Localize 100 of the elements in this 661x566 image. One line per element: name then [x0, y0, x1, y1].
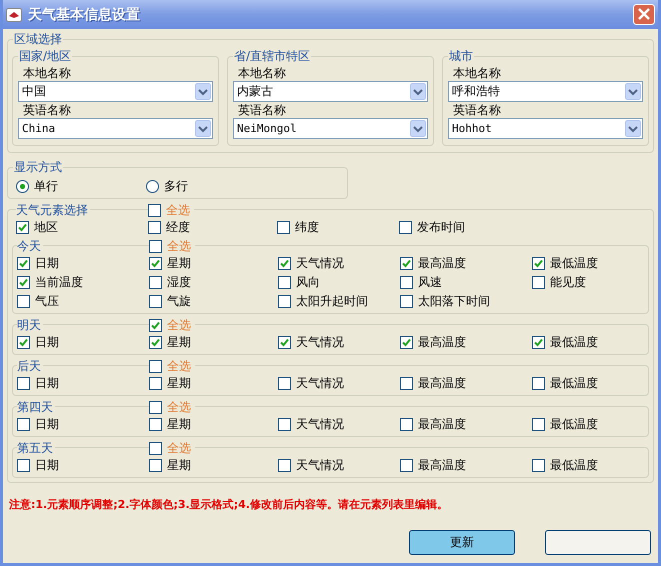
- checkbox-icon[interactable]: [17, 458, 30, 472]
- checkbox[interactable]: 日期: [17, 416, 149, 432]
- checkbox[interactable]: 最低温度: [532, 334, 648, 350]
- checkbox-icon[interactable]: [400, 376, 413, 390]
- chevron-down-icon[interactable]: [195, 120, 211, 137]
- checkbox[interactable]: 当前温度: [17, 274, 149, 290]
- close-icon[interactable]: [633, 4, 655, 25]
- checkbox[interactable]: 太阳落下时间: [400, 293, 532, 309]
- checkbox-icon[interactable]: [400, 418, 413, 430]
- checkbox[interactable]: 最低温度: [532, 375, 648, 391]
- checkbox-icon[interactable]: [399, 220, 412, 234]
- checkbox-icon[interactable]: [532, 256, 545, 270]
- checkbox[interactable]: 天气情况: [278, 334, 400, 350]
- checkbox[interactable]: 星期: [149, 416, 278, 432]
- checkbox-icon[interactable]: [278, 294, 291, 308]
- radio-icon[interactable]: [146, 180, 159, 193]
- dropdown[interactable]: 呼和浩特: [448, 81, 643, 102]
- dropdown[interactable]: 内蒙古: [233, 81, 428, 102]
- checkbox-icon[interactable]: [17, 276, 30, 288]
- checkbox[interactable]: 星期: [149, 334, 278, 350]
- checkbox[interactable]: 最高温度: [400, 255, 532, 271]
- radio-option[interactable]: 单行: [16, 178, 146, 195]
- checkbox-icon[interactable]: [278, 336, 291, 348]
- checkbox[interactable]: 气旋: [149, 293, 278, 309]
- checkbox-icon[interactable]: [17, 376, 30, 390]
- dropdown[interactable]: China: [18, 118, 213, 139]
- dialog-button[interactable]: [545, 530, 651, 555]
- checkbox[interactable]: 天气情况: [278, 375, 400, 391]
- checkbox-icon[interactable]: [149, 360, 162, 372]
- checkbox[interactable]: 气压: [17, 293, 149, 309]
- checkbox-icon[interactable]: [400, 458, 413, 472]
- checkbox-icon[interactable]: [16, 220, 29, 234]
- dropdown[interactable]: NeiMongol: [233, 118, 428, 139]
- checkbox[interactable]: 日期: [17, 334, 149, 350]
- checkbox[interactable]: 日期: [17, 375, 149, 391]
- checkbox[interactable]: 星期: [149, 255, 278, 271]
- checkbox-icon[interactable]: [149, 458, 162, 472]
- checkbox[interactable]: 星期: [149, 457, 278, 473]
- checkbox[interactable]: 纬度: [277, 219, 399, 235]
- checkbox-icon[interactable]: [278, 376, 291, 390]
- checkbox-icon[interactable]: [278, 418, 291, 430]
- checkbox[interactable]: 湿度: [149, 274, 278, 290]
- checkbox[interactable]: 风向: [278, 274, 400, 290]
- checkbox[interactable]: 风速: [400, 274, 532, 290]
- update-button[interactable]: 更新: [409, 530, 515, 555]
- radio-icon[interactable]: [16, 180, 29, 193]
- checkbox-icon[interactable]: [149, 376, 162, 390]
- chevron-down-icon[interactable]: [195, 83, 211, 100]
- checkbox-icon[interactable]: [400, 256, 413, 270]
- checkbox-icon[interactable]: [400, 294, 413, 308]
- checkbox[interactable]: 地区: [16, 219, 148, 235]
- checkbox-icon[interactable]: [17, 418, 30, 430]
- checkbox-icon[interactable]: [277, 220, 290, 234]
- checkbox[interactable]: 能见度: [532, 274, 648, 290]
- checkbox-icon[interactable]: [148, 220, 161, 234]
- checkbox-icon[interactable]: [149, 294, 162, 308]
- checkbox-icon[interactable]: [149, 336, 162, 348]
- checkbox[interactable]: 最高温度: [400, 416, 532, 432]
- checkbox[interactable]: 最低温度: [532, 255, 648, 271]
- checkbox-icon[interactable]: [17, 256, 30, 270]
- checkbox-icon[interactable]: [149, 418, 162, 430]
- radio-option[interactable]: 多行: [146, 178, 276, 195]
- checkbox-icon[interactable]: [149, 256, 162, 270]
- checkbox-icon[interactable]: [532, 418, 545, 430]
- checkbox[interactable]: 太阳升起时间: [278, 293, 400, 309]
- checkbox-icon[interactable]: [17, 294, 30, 308]
- chevron-down-icon[interactable]: [410, 83, 426, 100]
- checkbox[interactable]: 星期: [149, 375, 278, 391]
- chevron-down-icon[interactable]: [410, 120, 426, 137]
- checkbox[interactable]: 经度: [148, 219, 277, 235]
- checkbox-icon[interactable]: [278, 256, 291, 270]
- checkbox-icon[interactable]: [149, 442, 162, 454]
- checkbox-icon[interactable]: [532, 276, 545, 288]
- checkbox-icon[interactable]: [532, 376, 545, 390]
- checkbox[interactable]: 最低温度: [532, 416, 648, 432]
- checkbox-icon[interactable]: [17, 336, 30, 348]
- checkbox-icon[interactable]: [400, 276, 413, 288]
- checkbox-icon[interactable]: [532, 458, 545, 472]
- dropdown[interactable]: 中国: [18, 81, 213, 102]
- checkbox[interactable]: 日期: [17, 457, 149, 473]
- checkbox[interactable]: 最高温度: [400, 334, 532, 350]
- checkbox-icon[interactable]: [149, 240, 162, 252]
- chevron-down-icon[interactable]: [625, 83, 641, 100]
- checkbox[interactable]: 最低温度: [532, 457, 648, 473]
- checkbox-icon[interactable]: [278, 276, 291, 288]
- checkbox[interactable]: 日期: [17, 255, 149, 271]
- checkbox[interactable]: 最高温度: [400, 457, 532, 473]
- checkbox[interactable]: 天气情况: [278, 255, 400, 271]
- checkbox[interactable]: 发布时间: [399, 219, 531, 235]
- checkbox-icon[interactable]: [400, 336, 413, 348]
- dropdown[interactable]: Hohhot: [448, 118, 643, 139]
- checkbox[interactable]: 最高温度: [400, 375, 532, 391]
- checkbox-icon[interactable]: [148, 204, 161, 216]
- checkbox-icon[interactable]: [532, 336, 545, 348]
- checkbox-icon[interactable]: [149, 318, 162, 332]
- chevron-down-icon[interactable]: [625, 120, 641, 137]
- checkbox-icon[interactable]: [278, 458, 291, 472]
- checkbox-icon[interactable]: [149, 276, 162, 288]
- checkbox-icon[interactable]: [149, 400, 162, 414]
- checkbox[interactable]: 天气情况: [278, 416, 400, 432]
